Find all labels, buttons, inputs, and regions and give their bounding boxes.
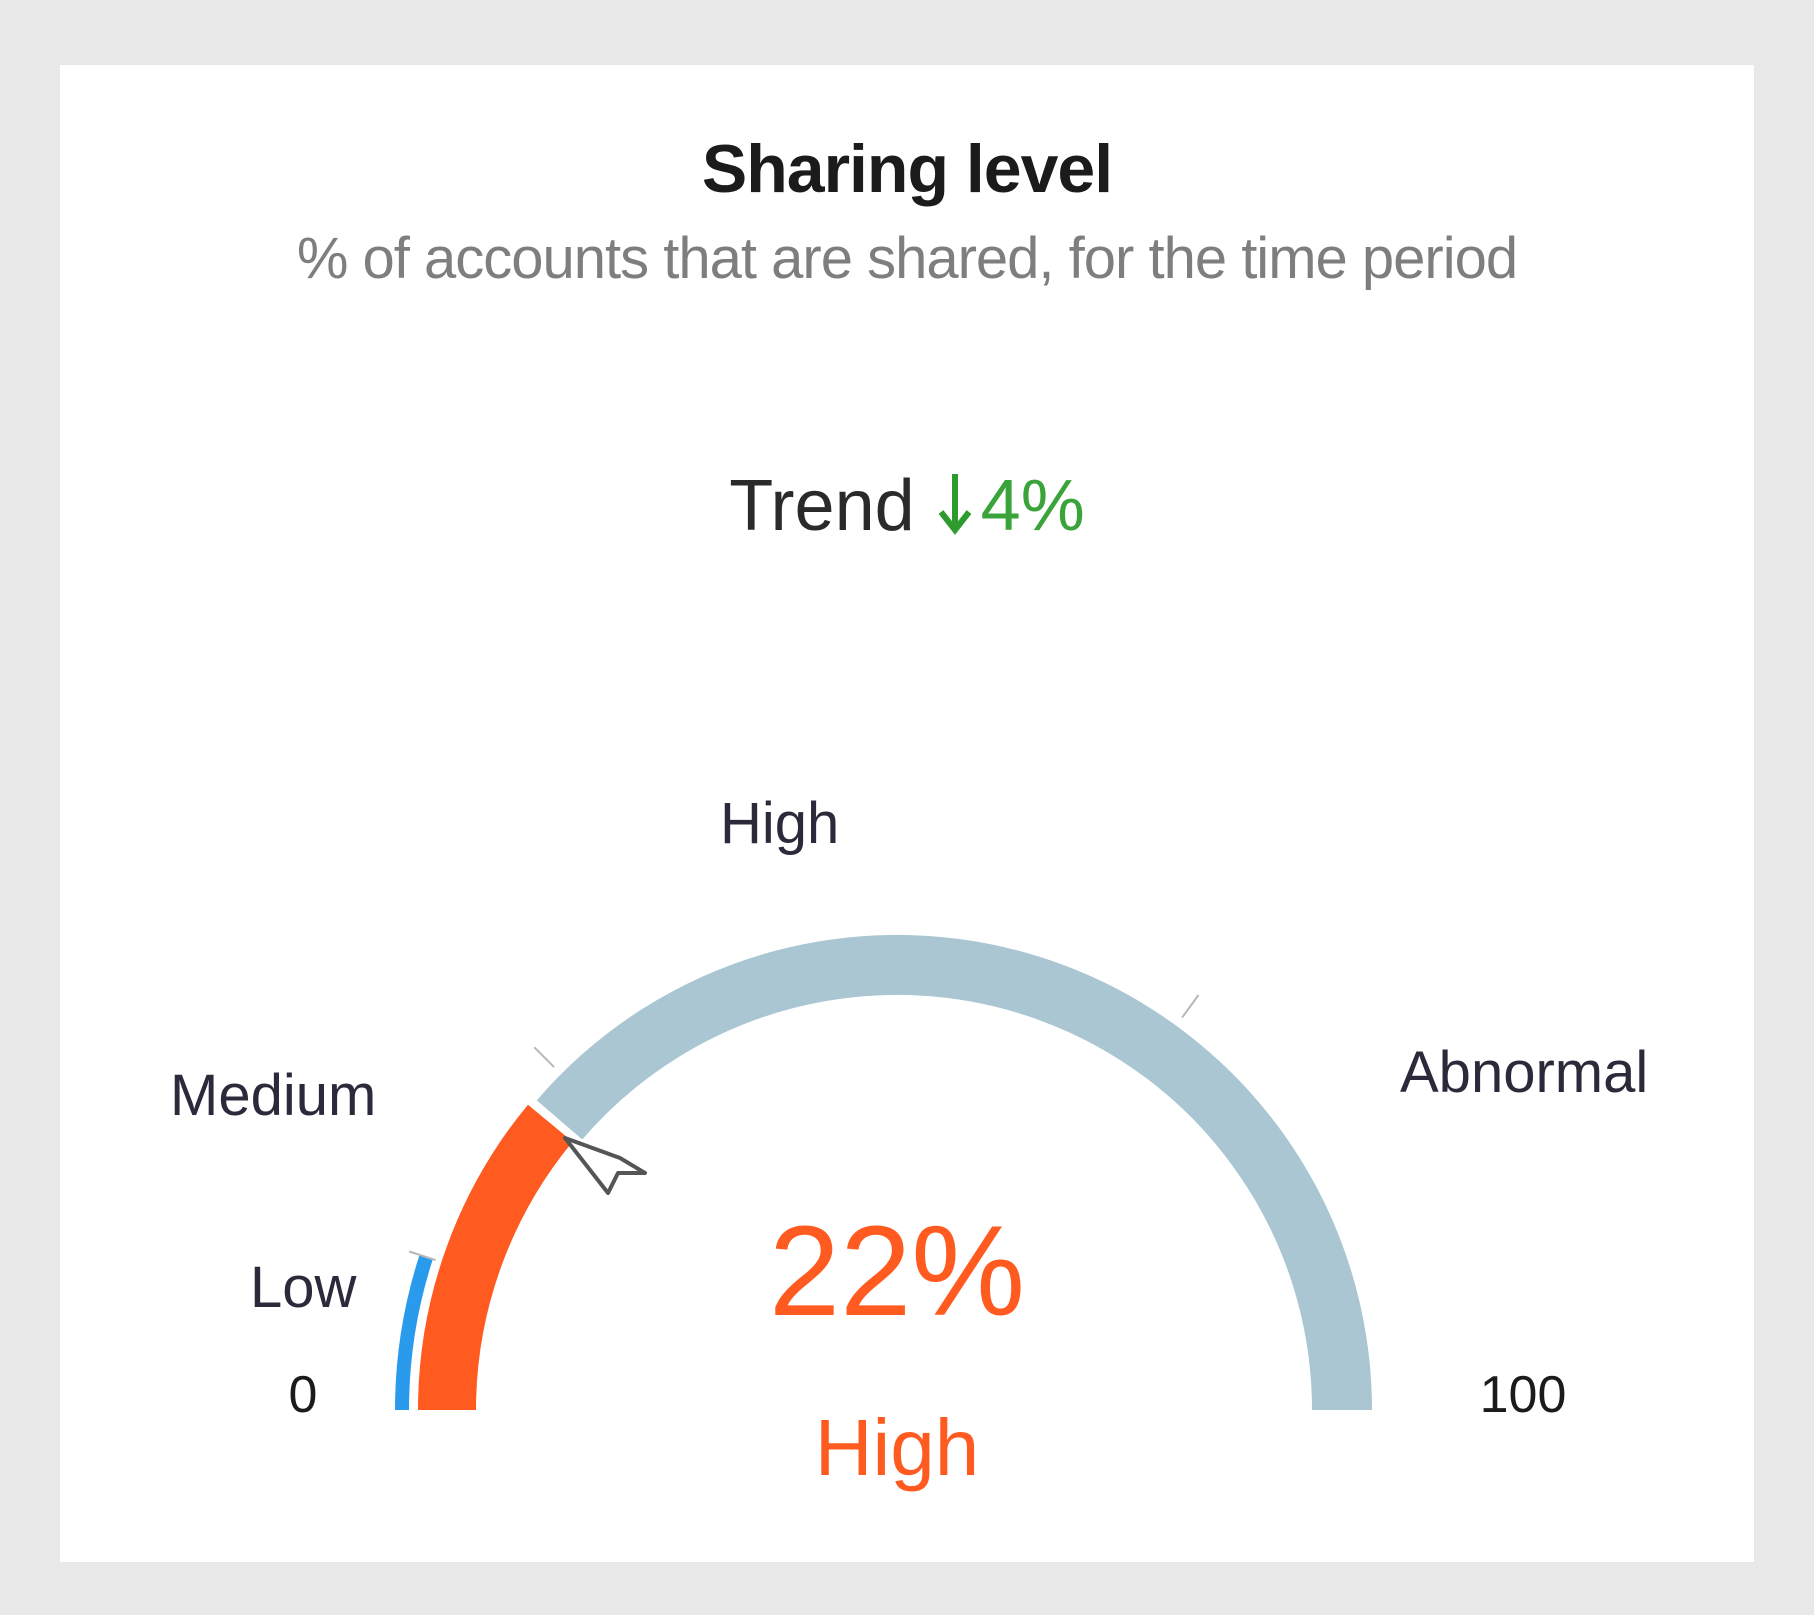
mouse-cursor-icon [563,1136,647,1195]
gauge-max-label: 100 [1480,1366,1567,1424]
sharing-level-card: Sharing level % of accounts that are sha… [60,65,1754,1562]
gauge-level-label: High [815,1403,980,1492]
band-label-high: High [720,791,839,856]
gauge-value-arc [418,1104,573,1411]
band-label-abnormal: Abnormal [1400,1040,1648,1105]
gauge-value-label: 22% [769,1200,1025,1343]
sharing-gauge: Low Medium High Abnormal 0 100 22% High [170,791,1648,1492]
band-label-medium: Medium [170,1063,376,1128]
gauge-min-label: 0 [289,1366,318,1424]
band-label-low: Low [250,1255,358,1320]
gauge-track [536,934,1372,1411]
band-tick-high [533,1046,555,1068]
band-tick-abnormal [1181,994,1200,1019]
